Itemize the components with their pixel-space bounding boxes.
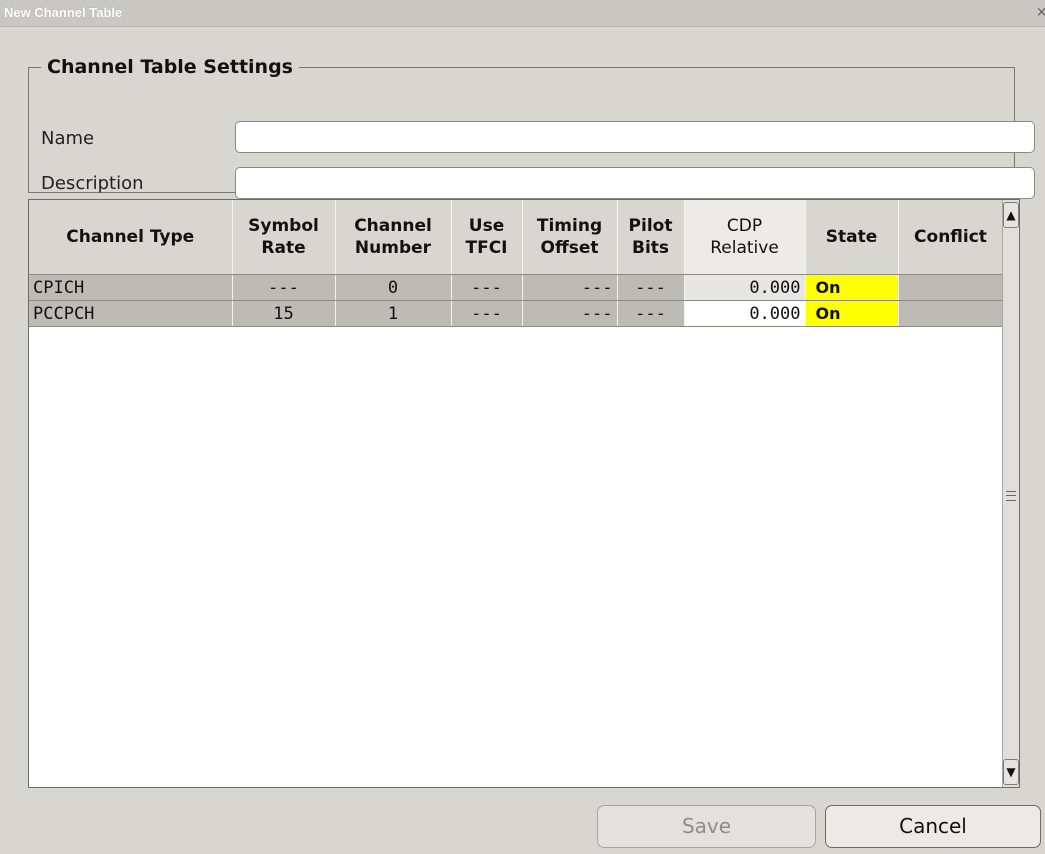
table-cell: PCCPCH: [29, 300, 233, 327]
channel-table-settings-group: Channel Table Settings Name Description: [28, 56, 1035, 199]
column-header-line: Rate: [261, 238, 306, 258]
column-header-line: Symbol: [248, 216, 319, 236]
column-header-line: Conflict: [914, 227, 987, 247]
table-cell: 1: [335, 300, 452, 327]
column-header-0[interactable]: Channel Type: [29, 200, 233, 275]
column-header-4[interactable]: Timing Offset: [522, 200, 618, 275]
table-cell: 0: [335, 274, 452, 301]
table-cell: ---: [522, 300, 618, 327]
column-header-3[interactable]: Use TFCI: [451, 200, 523, 275]
column-header-line: Channel: [354, 216, 432, 236]
column-header-8[interactable]: Conflict: [898, 200, 1004, 275]
window-title: New Channel Table: [4, 5, 123, 20]
table-cell: ---: [451, 300, 523, 327]
column-header-1[interactable]: Symbol Rate: [232, 200, 336, 275]
table-row[interactable]: CPICH --- 0 --- --- --- 0.000 On: [29, 274, 1004, 301]
table-cell: CPICH: [29, 274, 233, 301]
channel-table[interactable]: Channel Type Symbol Rate Channel Number Use TF…: [28, 199, 1020, 788]
column-header-line: State: [825, 227, 878, 247]
column-header-2[interactable]: Channel Number: [335, 200, 452, 275]
table-cell: 15: [232, 300, 336, 327]
scroll-grip-icon[interactable]: [1006, 491, 1016, 501]
column-header-line: Bits: [631, 238, 670, 258]
column-header-line: Relative: [710, 238, 779, 258]
table-cell: ---: [617, 300, 685, 327]
title-bar: New Channel Table ×: [0, 0, 1045, 27]
column-header-line: Offset: [540, 238, 599, 258]
column-header-line: Use: [468, 216, 505, 236]
name-label: Name: [41, 128, 95, 149]
table-cell: [898, 300, 1004, 327]
column-header-5[interactable]: Pilot Bits: [617, 200, 685, 275]
column-header-line: Channel Type: [66, 227, 195, 247]
channel-grid: Channel Type Symbol Rate Channel Number Use TF…: [29, 200, 1004, 327]
table-cell: ---: [522, 274, 618, 301]
arrow-down-icon[interactable]: ▼: [1003, 759, 1019, 785]
column-header-line: Timing: [536, 216, 603, 236]
table-cell[interactable]: 0.000: [684, 274, 806, 301]
table-body: CPICH --- 0 --- --- --- 0.000 On PCCPCH 15 1 --- ---…: [29, 274, 1004, 327]
table-cell: ---: [617, 274, 685, 301]
table-cell: [898, 274, 1004, 301]
close-icon[interactable]: ×: [1036, 0, 1045, 26]
column-header-6[interactable]: CDP Relative: [684, 200, 806, 275]
column-header-7[interactable]: State: [805, 200, 899, 275]
name-input[interactable]: [235, 121, 1035, 153]
table-cell: ---: [232, 274, 336, 301]
arrow-up-icon[interactable]: ▲: [1003, 202, 1019, 228]
column-header-line: Pilot: [628, 216, 673, 236]
cancel-button[interactable]: Cancel: [825, 805, 1041, 848]
table-row[interactable]: PCCPCH 15 1 --- --- --- 0.000 On: [29, 300, 1004, 327]
column-header-line: CDP: [726, 216, 763, 236]
state-cell[interactable]: On: [805, 274, 899, 301]
column-header-line: Number: [354, 238, 432, 258]
table-header-row: Channel Type Symbol Rate Channel Number Use TF…: [29, 200, 1004, 275]
description-label: Description: [41, 173, 144, 194]
description-input[interactable]: [235, 167, 1035, 199]
column-header-line: TFCI: [465, 238, 508, 258]
vertical-scrollbar[interactable]: ▲ ▼: [1002, 200, 1019, 787]
settings-legend: Channel Table Settings: [47, 56, 293, 78]
table-cell: ---: [451, 274, 523, 301]
table-cell[interactable]: 0.000: [684, 300, 806, 327]
state-cell[interactable]: On: [805, 300, 899, 327]
save-button[interactable]: Save: [597, 805, 816, 848]
